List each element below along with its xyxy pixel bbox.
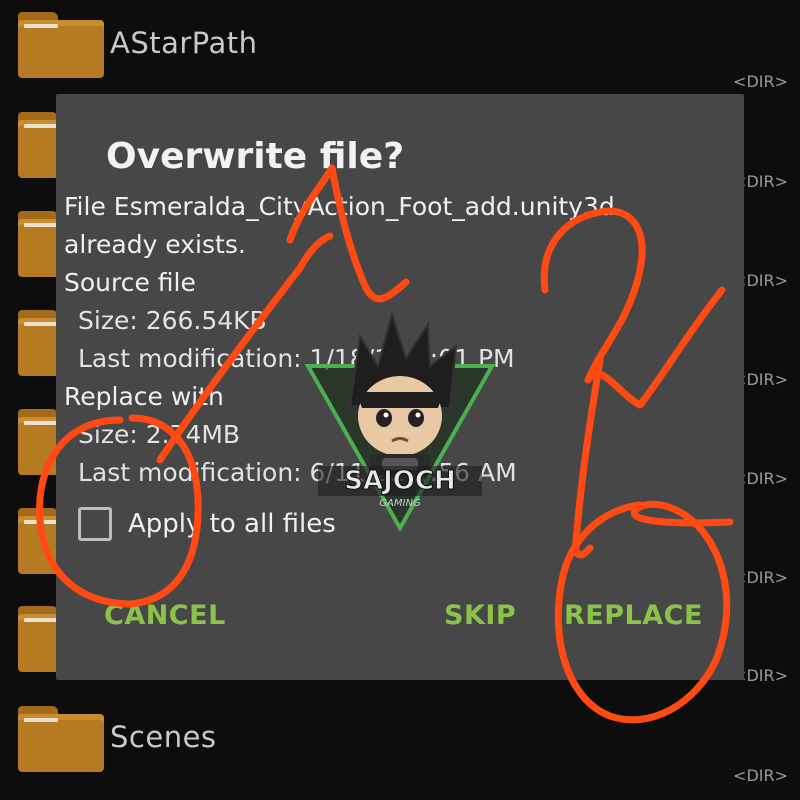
apply-all-checkbox[interactable]: [78, 507, 112, 541]
file-name: AStarPath: [110, 26, 258, 60]
logo-text: SAJOCH: [344, 466, 455, 496]
logo-subtext: GAMING: [379, 498, 421, 509]
file-exists-line: already exists.: [64, 230, 246, 259]
dialog-title: Overwrite file?: [106, 136, 405, 177]
gaming-logo-watermark: SAJOCH GAMING: [304, 310, 496, 532]
replace-button[interactable]: REPLACE: [564, 600, 703, 631]
folder-icon: [18, 12, 104, 78]
screen: AStarPath <DIR> <DIR> <DIR> <DIR> <DIR> …: [0, 0, 800, 800]
file-exists-line: File Esmeralda_CityAction_Foot_add.unity…: [64, 192, 615, 221]
file-row[interactable]: Scenes <DIR>: [0, 690, 800, 788]
dir-tag: <DIR>: [733, 766, 788, 785]
dir-tag: <DIR>: [733, 72, 788, 91]
file-name: Scenes: [110, 720, 217, 754]
file-row[interactable]: AStarPath <DIR>: [0, 0, 800, 94]
folder-icon: [18, 706, 104, 772]
skip-button[interactable]: SKIP: [444, 600, 516, 631]
cancel-button[interactable]: CANCEL: [104, 600, 226, 631]
apply-all-row[interactable]: Apply to all files: [78, 504, 336, 544]
